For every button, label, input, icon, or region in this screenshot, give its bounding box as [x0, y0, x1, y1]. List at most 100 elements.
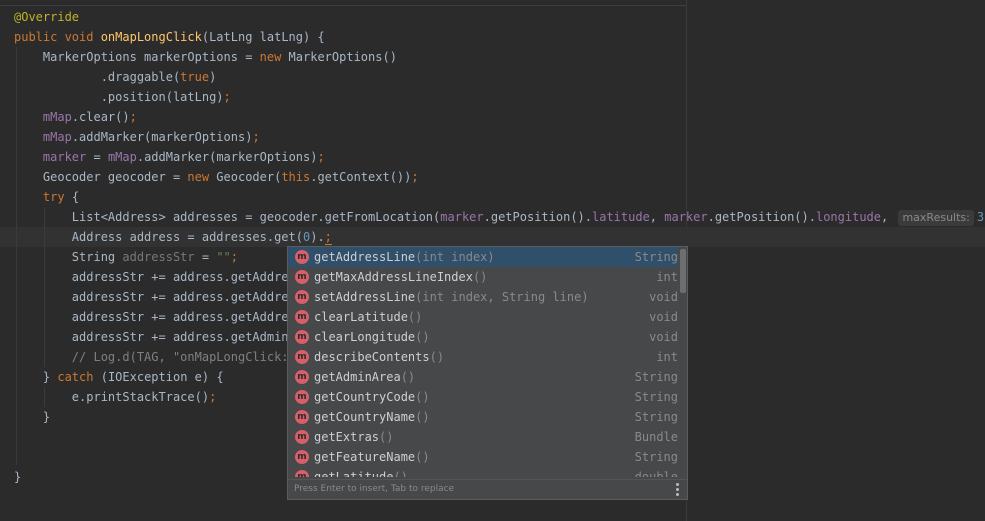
completion-item[interactable]: m getFeatureName() String [288, 447, 678, 467]
code-line[interactable]: try { [14, 187, 985, 207]
code-token: marker [42, 150, 87, 164]
method-icon: m [295, 350, 309, 364]
code-token: latitude [592, 210, 650, 224]
code-line[interactable]: MarkerOptions markerOptions = new Marker… [14, 47, 985, 67]
parameter-hint: maxResults: [898, 210, 974, 226]
code-token: new [259, 50, 289, 64]
method-icon: m [295, 290, 309, 304]
completion-list[interactable]: m getAddressLine(int index) String m getMaxA… [288, 247, 678, 477]
code-line[interactable]: .position(latLng); [14, 87, 985, 107]
return-type: String [634, 450, 678, 464]
completion-item[interactable]: m describeContents() int [288, 347, 678, 367]
code-token: addressStr [122, 250, 195, 264]
completion-scrollbar[interactable] [679, 247, 687, 477]
code-line[interactable]: mMap.addMarker(markerOptions); [14, 127, 985, 147]
code-token: catch [57, 370, 101, 384]
code-token: mMap [107, 150, 137, 164]
completion-item-signature: clearLatitude() [314, 307, 422, 327]
completion-item[interactable]: m getAdminArea() String [288, 367, 678, 387]
code-line[interactable]: List<Address> addresses = geocoder.getFr… [14, 207, 985, 227]
completion-item[interactable]: m clearLatitude() void [288, 307, 678, 327]
code-token: addressStr += address.getAdminA [14, 330, 296, 344]
code-token: .clear() [71, 110, 130, 124]
completion-item[interactable]: m setAddressLine(int index, String line) v… [288, 287, 678, 307]
return-type: int [656, 270, 678, 284]
more-options-icon[interactable] [676, 483, 679, 498]
code-token: } [14, 370, 58, 384]
completion-item-signature: describeContents() [314, 347, 444, 367]
return-type: String [634, 390, 678, 404]
method-name: getExtras [314, 430, 380, 444]
method-params: () [415, 330, 430, 344]
completion-item-signature: getAddressLine(int index) [314, 247, 495, 267]
method-params: (int index) [415, 250, 495, 264]
method-icon: m [295, 250, 309, 264]
method-name: getCountryName [314, 410, 416, 424]
method-icon: m [295, 470, 309, 477]
code-token: MarkerOptions markerOptions = [14, 50, 260, 64]
completion-scrollbar-thumb[interactable] [680, 249, 686, 293]
method-params: () [400, 370, 416, 384]
code-token: ; [252, 130, 260, 144]
completion-item[interactable]: m clearLongitude() void [288, 327, 678, 347]
code-line[interactable]: mMap.clear(); [14, 107, 985, 127]
completion-item-signature: getLatitude() [314, 467, 408, 477]
code-line[interactable]: .draggable(true) [14, 67, 985, 87]
completion-footer: Press Enter to insert, Tab to replace [288, 479, 687, 499]
code-token: mMap [42, 130, 72, 144]
code-token: ; [411, 170, 419, 184]
code-token: e.printStackTrace() [14, 390, 210, 404]
code-token: onMapLongClick [100, 30, 202, 44]
code-token: Geocoder( [216, 170, 282, 184]
return-type: Bundle [634, 430, 678, 444]
code-token: ; [324, 230, 332, 245]
code-token: .draggable( [14, 70, 181, 84]
completion-item[interactable]: m getAddressLine(int index) String [288, 247, 678, 267]
code-token: .getPosition(). [483, 210, 592, 224]
code-token: .getContext()) [310, 170, 412, 184]
code-token: (IOException e) { [100, 370, 224, 384]
code-line[interactable]: @Override [14, 7, 985, 27]
completion-item[interactable]: m getExtras() Bundle [288, 427, 678, 447]
code-token: // Log.d(TAG, "onMapLongClick: [14, 350, 289, 364]
completion-item-signature: getExtras() [314, 427, 393, 447]
return-type: void [649, 310, 678, 324]
code-token: marker [664, 210, 708, 224]
code-line[interactable]: Geocoder geocoder = new Geocoder(this.ge… [14, 167, 985, 187]
return-type: double [634, 470, 678, 477]
code-token: addressStr += address.getAddres [14, 270, 296, 284]
completion-hint-text: Press Enter to insert, Tab to replace [294, 484, 455, 494]
code-token: marker [440, 210, 484, 224]
completion-item[interactable]: m getMaxAddressLineIndex() int [288, 267, 678, 287]
code-token: ) [209, 70, 217, 84]
method-params: (int index, String line) [415, 290, 589, 304]
code-completion-popup[interactable]: m getAddressLine(int index) String m getMaxA… [287, 246, 688, 500]
code-token: try [42, 190, 72, 204]
code-line[interactable]: marker = mMap.addMarker(markerOptions); [14, 147, 985, 167]
code-token: , [881, 210, 896, 224]
code-token: new [187, 170, 217, 184]
code-token: } [14, 410, 51, 424]
code-token: ). [310, 230, 325, 244]
code-line[interactable]: public void onMapLongClick(LatLng latLng… [14, 27, 985, 47]
code-line[interactable]: Address address = addresses.get(0).; [14, 227, 985, 247]
method-name: setAddressLine [314, 290, 416, 304]
code-token: = [86, 150, 108, 164]
completion-item-signature: setAddressLine(int index, String line) [314, 287, 589, 307]
method-icon: m [295, 390, 309, 404]
method-icon: m [295, 430, 309, 444]
method-params: () [415, 450, 430, 464]
completion-item[interactable]: m getLatitude() double [288, 467, 678, 477]
completion-item-signature: getCountryName() [314, 407, 430, 427]
completion-item-signature: clearLongitude() [314, 327, 430, 347]
code-token: longitude [815, 210, 882, 224]
return-type: void [649, 330, 678, 344]
completion-item[interactable]: m getCountryCode() String [288, 387, 678, 407]
completion-item[interactable]: m getCountryName() String [288, 407, 678, 427]
code-token: this [281, 170, 311, 184]
method-icon: m [295, 410, 309, 424]
code-token: Address address = addresses.get( [14, 230, 303, 244]
code-token: .getPosition(). [707, 210, 816, 224]
method-icon: m [295, 330, 309, 344]
